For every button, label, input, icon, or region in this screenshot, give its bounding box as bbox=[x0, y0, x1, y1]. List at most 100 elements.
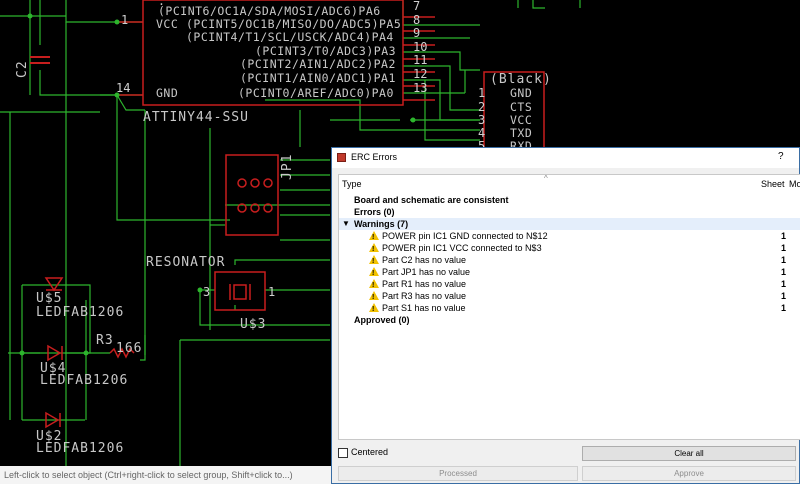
chip-pins-right-labels: (PCINT6/OC1A/SDA/MOSI/ADC6)PA6 (PCINT5/O… bbox=[158, 4, 401, 100]
ftdi-pin-number: 1 bbox=[478, 86, 485, 100]
ftdi-pin-label: CTS bbox=[510, 100, 532, 114]
resonator-pin-right: 1 bbox=[268, 285, 275, 299]
led-value: LEDFAB1206 bbox=[40, 373, 128, 388]
chip-pin-numbers: 7 8 9 10 11 12 13 bbox=[413, 0, 427, 95]
list-item-sheet: 1 bbox=[781, 291, 787, 301]
chip-vcc-label: VCC bbox=[156, 17, 178, 31]
ftdi-header-label: (Black) bbox=[490, 72, 552, 87]
chip-name: ATTINY44-SSU bbox=[143, 110, 249, 125]
warning-icon bbox=[369, 255, 379, 268]
list-item-label: Approved (0) bbox=[354, 315, 410, 325]
warning-icon bbox=[369, 267, 379, 280]
list-item-label: Errors (0) bbox=[354, 207, 395, 217]
ftdi-pin-label: TXD bbox=[510, 126, 532, 140]
jp1-label: JP1 bbox=[280, 154, 295, 180]
warning-icon bbox=[369, 279, 379, 292]
list-item-label: Part JP1 has no value bbox=[382, 267, 471, 277]
chip-gnd-label: GND bbox=[156, 86, 178, 100]
list-item-sheet: 1 bbox=[781, 279, 787, 289]
list-header: ^ Type Sheet Mo bbox=[339, 175, 800, 191]
sort-indicator-icon: ^ bbox=[544, 174, 548, 183]
list-item-sheet: 1 bbox=[781, 267, 787, 277]
chip-pin-label: (PCINT1/AIN0/ADC1)PA1 bbox=[240, 71, 396, 85]
status-bar: Left-click to select object (Ctrl+right-… bbox=[0, 466, 340, 484]
chip-pin-label: (PCINT4/T1/SCL/USCK/ADC4)PA4 bbox=[186, 30, 394, 44]
list-item-sheet: 1 bbox=[781, 255, 787, 265]
warning-icon bbox=[369, 231, 379, 244]
r3-label: R3 bbox=[96, 333, 114, 348]
list-item[interactable]: POWER pin IC1 VCC connected to N$3 1 bbox=[339, 242, 800, 256]
chip-pin-number: 11 bbox=[413, 53, 427, 67]
capacitor-c2-label: C2 bbox=[15, 60, 30, 78]
u3-label: U$3 bbox=[240, 317, 266, 332]
jp1-header[interactable] bbox=[225, 154, 279, 236]
list-item[interactable]: Approved (0) bbox=[339, 314, 800, 326]
chip-pin-label: (PCINT5/OC1B/MISO/DO/ADC5)PA5 bbox=[186, 17, 401, 31]
help-button[interactable]: ? bbox=[778, 151, 784, 162]
chip-pin-label: (PCINT6/OC1A/SDA/MOSI/ADC6)PA6 bbox=[158, 4, 381, 18]
chip-pin-number: 9 bbox=[413, 26, 420, 40]
jp1-pads bbox=[237, 178, 273, 213]
resonator-symbol bbox=[229, 284, 251, 300]
list-item[interactable]: POWER pin IC1 GND connected to N$12 1 bbox=[339, 230, 800, 244]
led-labels: U$5 LEDFAB1206 U$4 LEDFAB1206 U$2 LEDFAB… bbox=[36, 291, 128, 456]
list-item[interactable]: Errors (0) bbox=[339, 206, 800, 218]
list-item[interactable]: Part R1 has no value 1 bbox=[339, 278, 800, 292]
list-item[interactable]: Part S1 has no value 1 bbox=[339, 302, 800, 316]
resonator-label: RESONATOR bbox=[146, 255, 225, 270]
list-item[interactable]: Board and schematic are consistent bbox=[339, 194, 800, 206]
list-item-label: Warnings (7) bbox=[354, 219, 409, 229]
ftdi-pin-number: 2 bbox=[478, 100, 485, 114]
list-item-label: Part S1 has no value bbox=[382, 303, 466, 313]
resonator-pin-left: 3 bbox=[203, 285, 210, 299]
erc-errors-dialog[interactable]: ERC Errors ? ^ Type Sheet Mo Board and s… bbox=[331, 147, 800, 484]
list-item-label: Board and schematic are consistent bbox=[354, 195, 509, 205]
chip-vcc-pin-number: 1 bbox=[121, 13, 128, 27]
list-item-label: Part C2 has no value bbox=[382, 255, 467, 265]
column-sheet[interactable]: Sheet bbox=[761, 179, 785, 189]
list-item[interactable]: Part JP1 has no value 1 bbox=[339, 266, 800, 280]
led-name: U$5 bbox=[36, 291, 62, 306]
clear-all-button[interactable]: Clear all bbox=[582, 446, 796, 461]
led-value: LEDFAB1206 bbox=[36, 305, 124, 320]
warning-icon bbox=[369, 243, 379, 256]
column-type[interactable]: Type bbox=[342, 179, 362, 189]
centered-label: Centered bbox=[351, 447, 389, 457]
list-item-sheet: 1 bbox=[781, 231, 787, 241]
warning-icon bbox=[369, 291, 379, 304]
list-item-label: POWER pin IC1 VCC connected to N$3 bbox=[382, 243, 542, 253]
chip-pin-label: (PCINT0/AREF/ADC0)PA0 bbox=[238, 86, 394, 100]
list-item-label: POWER pin IC1 GND connected to N$12 bbox=[382, 231, 548, 241]
chip-pin-number: 8 bbox=[413, 13, 420, 27]
list-item-warnings[interactable]: ▼ Warnings (7) bbox=[339, 218, 800, 230]
list-item[interactable]: Part R3 has no value 1 bbox=[339, 290, 800, 304]
ftdi-pin-number: 4 bbox=[478, 126, 485, 140]
processed-button[interactable]: Processed bbox=[338, 466, 578, 481]
ftdi-pin-number: 3 bbox=[478, 113, 485, 127]
resonator-body[interactable] bbox=[214, 271, 266, 311]
chip-pin-number: 10 bbox=[413, 40, 427, 54]
dialog-titlebar[interactable]: ERC Errors ? bbox=[332, 148, 799, 168]
list-item[interactable]: Part C2 has no value 1 bbox=[339, 254, 800, 268]
ftdi-pins: GND CTS VCC TXD RXD 1 2 3 4 5 bbox=[478, 86, 532, 153]
r3-value: 166 bbox=[116, 341, 142, 356]
warning-icon bbox=[369, 303, 379, 316]
list-item-sheet: 1 bbox=[781, 243, 787, 253]
collapse-chevron-icon[interactable]: ▼ bbox=[342, 218, 350, 230]
ftdi-pin-label: VCC bbox=[510, 113, 532, 127]
erc-list[interactable]: ^ Type Sheet Mo Board and schematic are … bbox=[338, 174, 800, 440]
app-icon bbox=[337, 153, 346, 162]
led-value: LEDFAB1206 bbox=[36, 441, 124, 456]
chip-pin-number: 13 bbox=[413, 81, 427, 95]
dialog-title: ERC Errors bbox=[351, 152, 398, 162]
chip-pin-label: (PCINT2/AIN1/ADC2)PA2 bbox=[240, 57, 396, 71]
capacitor-c2 bbox=[30, 56, 50, 64]
list-item-sheet: 1 bbox=[781, 303, 787, 313]
list-item-label: Part R1 has no value bbox=[382, 279, 467, 289]
chip-pin-number: 7 bbox=[413, 0, 420, 13]
approve-button[interactable]: Approve bbox=[582, 466, 796, 481]
column-module[interactable]: Mo bbox=[789, 179, 800, 189]
ftdi-pin-label: GND bbox=[510, 86, 532, 100]
checkbox-box[interactable] bbox=[338, 448, 348, 458]
chip-pin-label: (PCINT3/T0/ADC3)PA3 bbox=[255, 44, 396, 58]
